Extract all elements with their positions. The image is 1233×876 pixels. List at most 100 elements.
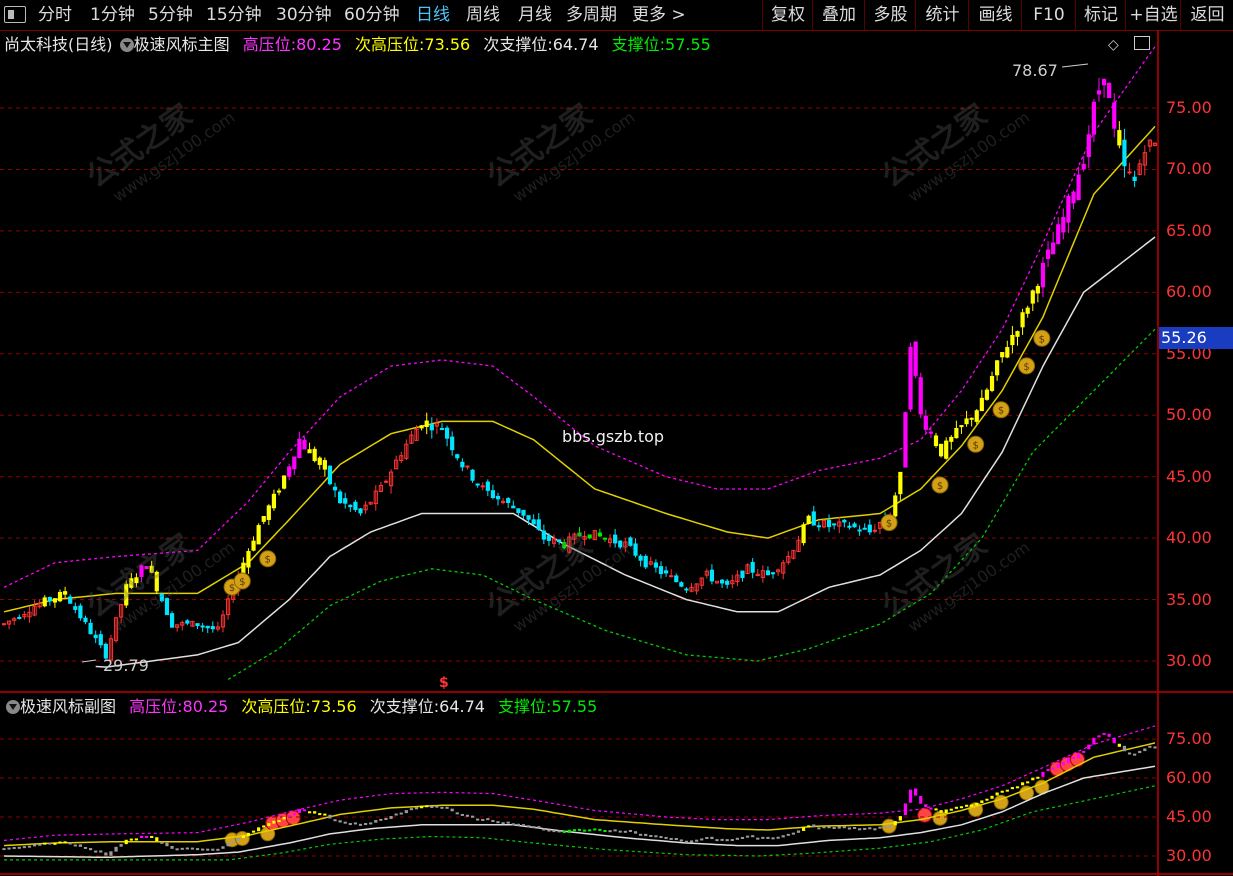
candle-body [185, 620, 190, 624]
sub-candle [425, 805, 429, 808]
high-pressure-line [3, 725, 1156, 841]
sub-candle [1077, 753, 1081, 759]
candle-body [292, 456, 297, 470]
sub-candle [959, 806, 964, 809]
sub-candle [1127, 752, 1132, 755]
sub-candle [343, 821, 347, 824]
candle-body [531, 519, 536, 525]
candle-body [577, 532, 582, 537]
y-axis-tick-label: 30.00 [1166, 846, 1212, 865]
sub-candle [257, 827, 261, 832]
candle-body [68, 596, 73, 604]
sub-candle [1143, 748, 1147, 752]
sub-candle [847, 827, 852, 830]
sub-candle [751, 835, 755, 838]
y-axis-tick-label: 70.00 [1166, 159, 1212, 179]
candle-body [134, 577, 139, 584]
sub-candle [496, 821, 500, 824]
sub-candle [384, 817, 388, 820]
sub-candle [888, 825, 892, 828]
sub-candle [455, 812, 459, 815]
candle-body [602, 537, 608, 540]
candle-body [770, 572, 776, 575]
candle-body [210, 626, 215, 630]
sub-candle [1071, 756, 1076, 760]
candle-body [424, 420, 429, 427]
candle-body [205, 625, 210, 629]
candle-body [1066, 195, 1071, 223]
sub-candle [598, 828, 602, 831]
candle-body [383, 480, 389, 483]
candle-body [587, 534, 592, 539]
candle-body [124, 583, 129, 606]
y-axis-tick-label: 75.00 [1166, 98, 1212, 117]
sub-candle [710, 836, 714, 840]
candle-body [83, 617, 88, 623]
sub-candle [730, 838, 734, 841]
candle-body [562, 542, 567, 549]
sub-candle [618, 830, 622, 833]
sub-candle [420, 806, 424, 809]
candle-body [557, 539, 562, 543]
candle-body [1, 623, 7, 626]
candle-body [832, 523, 837, 526]
sub-candle [929, 807, 933, 810]
candle-body [444, 427, 450, 439]
sub-candle [404, 810, 408, 814]
sub-candle [414, 806, 419, 810]
candle-body [73, 606, 78, 610]
candle-body [801, 524, 806, 544]
money-bag-icon: $ [229, 583, 235, 594]
sub-candle [476, 818, 480, 821]
sub-candle [817, 827, 821, 830]
sub-candle [282, 816, 286, 820]
candle-body [521, 509, 526, 516]
sub-candle [175, 848, 179, 851]
candle-body [200, 625, 205, 628]
candle-body [852, 523, 857, 528]
y-axis-tick-label: 60.00 [1166, 282, 1212, 302]
money-bag-icon: $ [998, 406, 1004, 417]
sub-candle [745, 835, 750, 838]
candle-body [709, 569, 715, 582]
candle-body [842, 519, 847, 523]
sub-candle [521, 824, 526, 827]
candle-body [307, 449, 312, 454]
sub-candle [287, 814, 291, 817]
sub-candle [664, 836, 668, 839]
sub-candle [985, 798, 989, 801]
sub-candle [924, 804, 928, 807]
candle-body [1122, 139, 1127, 167]
candle-body [460, 461, 465, 468]
sub-candle [552, 830, 556, 833]
candle-body [1025, 307, 1030, 314]
max-price-label: 78.67 [1012, 61, 1058, 80]
candle-body [338, 491, 343, 504]
candle-body [959, 425, 964, 428]
candle-body [348, 504, 353, 508]
sub-candle [73, 844, 77, 847]
candle-body [159, 593, 164, 602]
sub-candle [435, 805, 439, 808]
sub-candle [700, 838, 704, 841]
candle-body [1040, 262, 1046, 288]
sub-candle [1005, 789, 1009, 792]
sub-candle [1107, 733, 1111, 737]
sub-support-line [95, 236, 1156, 668]
sub-candle [1015, 786, 1020, 789]
sub-candle [883, 825, 887, 828]
candle-body [974, 410, 979, 422]
y-axis-tick-label: 30.00 [1166, 651, 1212, 670]
sub-candle [63, 841, 67, 844]
candle-body [312, 448, 317, 462]
sub-candle [919, 796, 923, 804]
sub-candle [827, 826, 831, 829]
y-axis-tick-label: 60.00 [1166, 768, 1212, 787]
y-axis-tick-label: 45.00 [1166, 807, 1212, 826]
sub-candle [781, 835, 785, 838]
candle-body [928, 431, 934, 434]
candle-body [17, 616, 22, 619]
sub-candle [954, 806, 958, 809]
sub-candle [1066, 757, 1071, 764]
sub-candle [272, 820, 276, 824]
